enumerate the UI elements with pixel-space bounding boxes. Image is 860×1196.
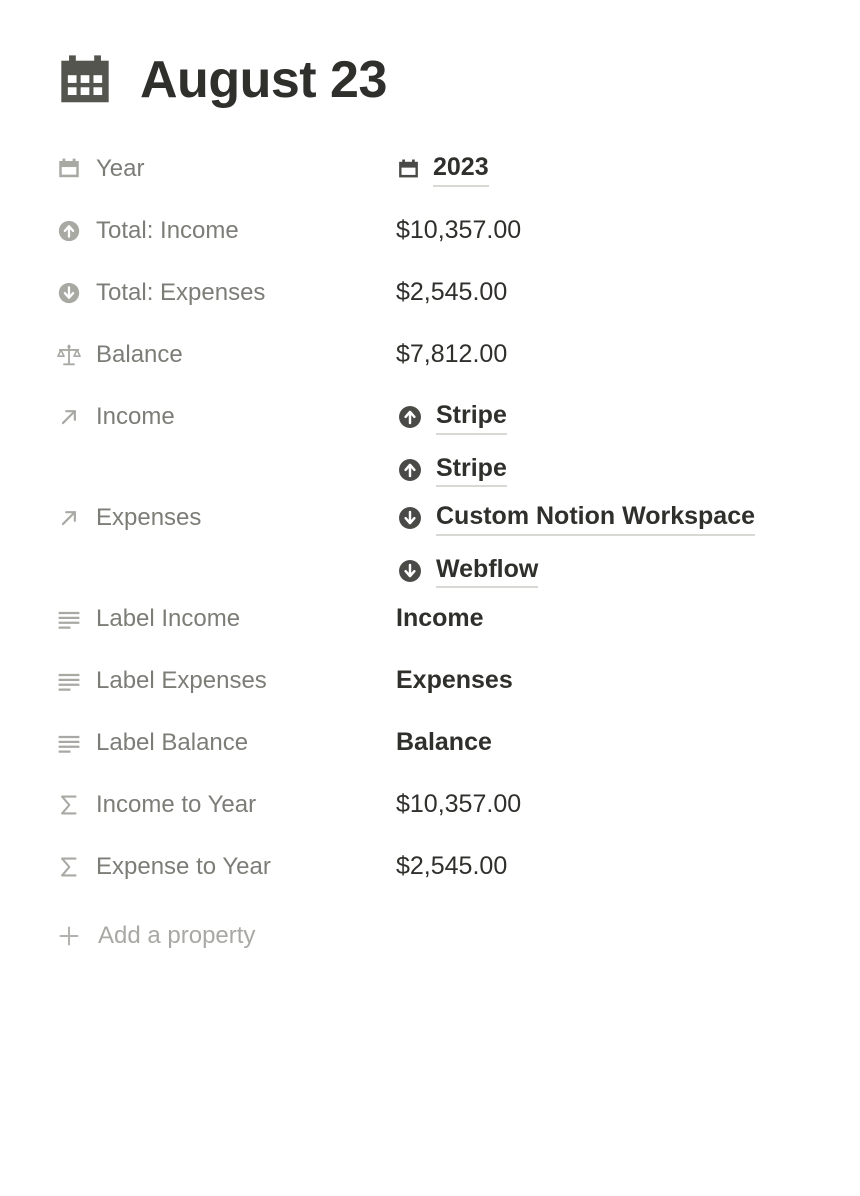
property-value[interactable]: 2023 bbox=[396, 150, 820, 187]
relation-pill-label: Custom Notion Workspace bbox=[436, 501, 755, 536]
property-label-total-expenses[interactable]: Total: Expenses bbox=[56, 274, 396, 308]
page-title[interactable]: August 23 bbox=[140, 52, 387, 109]
relation-pill-label: 2023 bbox=[433, 152, 489, 187]
property-label-text: Label Income bbox=[96, 604, 240, 634]
relation-pill[interactable]: Stripe bbox=[396, 453, 820, 488]
arrow-up-circle-icon bbox=[56, 218, 82, 244]
property-label-expenses[interactable]: Expenses bbox=[56, 499, 396, 533]
sigma-icon bbox=[56, 854, 82, 880]
property-value-text: Income bbox=[396, 602, 820, 635]
arrow-down-circle-icon bbox=[396, 504, 424, 532]
property-row: Balance $7,812.00 bbox=[56, 330, 820, 392]
property-label-text: Balance bbox=[96, 340, 183, 370]
property-value[interactable]: $10,357.00 bbox=[396, 212, 820, 247]
property-label-text: Label Balance bbox=[96, 728, 248, 758]
property-value[interactable]: Stripe Stripe bbox=[396, 398, 820, 487]
property-value-text: $2,545.00 bbox=[396, 276, 820, 309]
property-label-total-income[interactable]: Total: Income bbox=[56, 212, 396, 246]
plus-icon bbox=[56, 923, 82, 949]
property-row: Expense to Year $2,545.00 bbox=[56, 842, 820, 904]
arrow-up-circle-icon bbox=[396, 456, 424, 484]
property-value[interactable]: $2,545.00 bbox=[396, 848, 820, 883]
arrow-down-circle-icon bbox=[56, 280, 82, 306]
property-row: Year 2023 bbox=[56, 144, 820, 206]
property-label-text: Expense to Year bbox=[96, 852, 271, 882]
calendar-icon bbox=[56, 156, 82, 182]
relation-pill-label: Stripe bbox=[436, 400, 507, 435]
relation-pill[interactable]: Stripe bbox=[396, 400, 820, 435]
property-row: Expenses Custom Notion Workspace Webflow bbox=[56, 493, 820, 594]
relation-pill[interactable]: Custom Notion Workspace bbox=[396, 501, 820, 536]
property-value[interactable]: Income bbox=[396, 600, 820, 635]
property-value-text: $10,357.00 bbox=[396, 788, 820, 821]
property-value[interactable]: Custom Notion Workspace Webflow bbox=[396, 499, 820, 588]
property-label-text: Year bbox=[96, 154, 145, 184]
sigma-icon bbox=[56, 792, 82, 818]
property-label-label-balance[interactable]: Label Balance bbox=[56, 724, 396, 758]
property-label-label-expenses[interactable]: Label Expenses bbox=[56, 662, 396, 696]
page-title-row: August 23 bbox=[56, 52, 820, 110]
property-row: Total: Expenses $2,545.00 bbox=[56, 268, 820, 330]
property-row: Label Income Income bbox=[56, 594, 820, 656]
relation-pill-list: 2023 bbox=[396, 152, 820, 187]
calendar-icon bbox=[396, 157, 421, 182]
property-label-income-to-year[interactable]: Income to Year bbox=[56, 786, 396, 820]
relation-pill-label: Webflow bbox=[436, 554, 538, 589]
relation-arrow-icon bbox=[56, 505, 82, 531]
property-list: Year 2023 Total: Income $10,357.00 Total: Ex… bbox=[56, 144, 820, 904]
property-label-text: Expenses bbox=[96, 503, 201, 533]
property-row: Income Stripe Stripe bbox=[56, 392, 820, 493]
property-row: Income to Year $10,357.00 bbox=[56, 780, 820, 842]
add-property-label: Add a property bbox=[98, 922, 255, 950]
property-label-text: Total: Expenses bbox=[96, 278, 265, 308]
relation-pill-list: Custom Notion Workspace Webflow bbox=[396, 501, 820, 588]
notion-page: August 23 Year 2023 Total: Income $10,357.0… bbox=[0, 0, 860, 954]
property-label-text: Income to Year bbox=[96, 790, 256, 820]
property-value-text: $10,357.00 bbox=[396, 214, 820, 247]
property-label-label-income[interactable]: Label Income bbox=[56, 600, 396, 634]
property-value[interactable]: $10,357.00 bbox=[396, 786, 820, 821]
property-value[interactable]: Balance bbox=[396, 724, 820, 759]
calendar-icon bbox=[56, 52, 114, 110]
property-row: Total: Income $10,357.00 bbox=[56, 206, 820, 268]
property-value[interactable]: Expenses bbox=[396, 662, 820, 697]
add-property-button[interactable]: Add a property bbox=[56, 918, 820, 954]
property-value[interactable]: $7,812.00 bbox=[396, 336, 820, 371]
arrow-down-circle-icon bbox=[396, 557, 424, 585]
property-label-expense-to-year[interactable]: Expense to Year bbox=[56, 848, 396, 882]
property-label-year[interactable]: Year bbox=[56, 150, 396, 184]
property-label-text: Income bbox=[96, 402, 175, 432]
property-value-text: Expenses bbox=[396, 664, 820, 697]
text-lines-icon bbox=[56, 606, 82, 632]
arrow-up-circle-icon bbox=[396, 403, 424, 431]
relation-pill-list: Stripe Stripe bbox=[396, 400, 820, 487]
text-lines-icon bbox=[56, 668, 82, 694]
property-label-text: Total: Income bbox=[96, 216, 239, 246]
text-lines-icon bbox=[56, 730, 82, 756]
balance-scales-icon bbox=[56, 342, 82, 368]
property-value-text: $7,812.00 bbox=[396, 338, 820, 371]
relation-arrow-icon bbox=[56, 404, 82, 430]
property-row: Label Expenses Expenses bbox=[56, 656, 820, 718]
property-row: Label Balance Balance bbox=[56, 718, 820, 780]
property-value-text: Balance bbox=[396, 726, 820, 759]
relation-pill[interactable]: Webflow bbox=[396, 554, 820, 589]
property-label-balance[interactable]: Balance bbox=[56, 336, 396, 370]
relation-pill[interactable]: 2023 bbox=[396, 152, 820, 187]
property-value-text: $2,545.00 bbox=[396, 850, 820, 883]
property-label-income[interactable]: Income bbox=[56, 398, 396, 432]
relation-pill-label: Stripe bbox=[436, 453, 507, 488]
property-label-text: Label Expenses bbox=[96, 666, 267, 696]
property-value[interactable]: $2,545.00 bbox=[396, 274, 820, 309]
